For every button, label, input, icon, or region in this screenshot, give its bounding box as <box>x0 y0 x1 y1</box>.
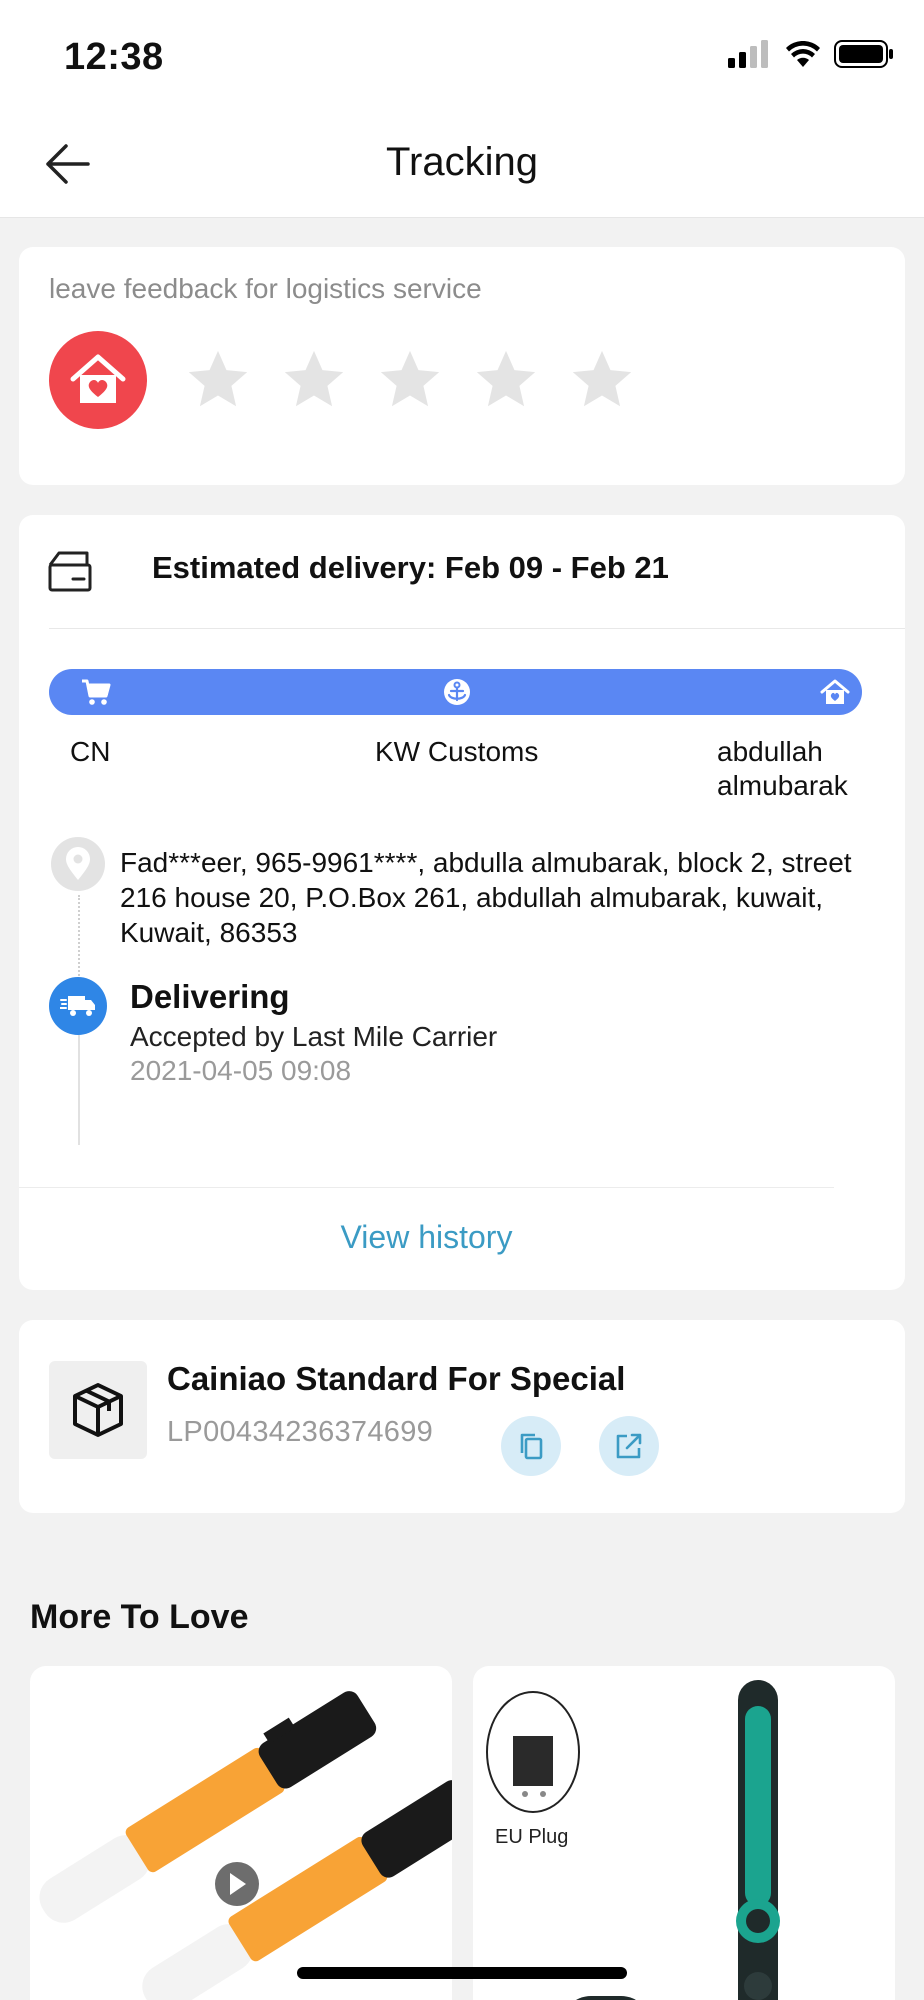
package-badge <box>49 1361 147 1459</box>
package-icon <box>73 1383 123 1437</box>
delivery-box-icon <box>48 551 92 592</box>
status-time: 12:38 <box>64 36 164 78</box>
home-indicator <box>297 1967 627 1979</box>
house-heart-icon <box>70 354 126 403</box>
delivery-description: Accepted by Last Mile Carrier <box>130 1021 498 1052</box>
status-bar: 12:38 <box>0 0 924 110</box>
carrier-name: Cainiao Standard For Special <box>167 1360 626 1397</box>
location-pin-badge <box>51 837 105 891</box>
cellular-signal-icon <box>728 40 768 68</box>
house-icon <box>820 679 850 704</box>
eu-plug-label: EU Plug <box>495 1826 569 1848</box>
delivery-status: Delivering <box>130 978 290 1015</box>
divider <box>49 628 905 629</box>
view-history-link[interactable]: View history <box>19 1219 834 1256</box>
feedback-label: leave feedback for logistics service <box>49 273 482 304</box>
tracking-number: LP00434236374699 <box>167 1416 434 1448</box>
product-card[interactable] <box>30 1666 452 2000</box>
star-icon-1[interactable] <box>183 345 253 415</box>
status-icons <box>728 40 894 68</box>
rating-stars <box>183 345 637 415</box>
voltage-tester-pens-image <box>39 1691 452 2000</box>
location-pin-icon <box>66 847 90 880</box>
anchor-icon <box>444 679 470 705</box>
stage-label-origin: CN <box>70 736 111 767</box>
delivery-truck-icon <box>60 996 95 1016</box>
carrier-card: Cainiao Standard For Special LP004342363… <box>19 1320 905 1513</box>
tracking-card: Estimated delivery: Feb 09 - Feb 21 CN K… <box>19 515 905 1290</box>
page-title: Tracking <box>386 140 538 184</box>
cart-icon <box>82 679 111 705</box>
stage-label-customs: KW Customs <box>375 736 539 767</box>
stage-label-destination: abdullah almubarak <box>717 736 848 801</box>
shipping-address: Fad***eer, 965-9961****, abdulla almubar… <box>120 847 852 948</box>
delivering-status-badge <box>49 977 107 1035</box>
wifi-icon <box>786 41 820 67</box>
open-tracking-button[interactable] <box>599 1416 659 1476</box>
star-icon-5[interactable] <box>567 345 637 415</box>
divider <box>19 1187 834 1188</box>
battery-icon <box>834 40 893 68</box>
product-card[interactable]: EU Plug <box>473 1666 895 2000</box>
external-link-icon <box>616 1433 642 1459</box>
timeline-line <box>78 1035 80 1145</box>
estimated-delivery: Estimated delivery: Feb 09 - Feb 21 <box>152 550 669 585</box>
logistics-avatar <box>49 331 147 429</box>
feedback-card: leave feedback for logistics service <box>19 247 905 485</box>
star-icon-3[interactable] <box>375 345 445 415</box>
timeline-connector <box>78 895 80 987</box>
nav-bar: Tracking <box>0 110 924 218</box>
shipping-progress-bar <box>49 669 862 715</box>
copy-tracking-button[interactable] <box>501 1416 561 1476</box>
delivery-timestamp: 2021-04-05 09:08 <box>130 1055 352 1086</box>
star-icon-4[interactable] <box>471 345 541 415</box>
copy-icon <box>520 1433 543 1460</box>
more-to-love-title: More To Love <box>30 1598 249 1636</box>
star-icon-2[interactable] <box>279 345 349 415</box>
